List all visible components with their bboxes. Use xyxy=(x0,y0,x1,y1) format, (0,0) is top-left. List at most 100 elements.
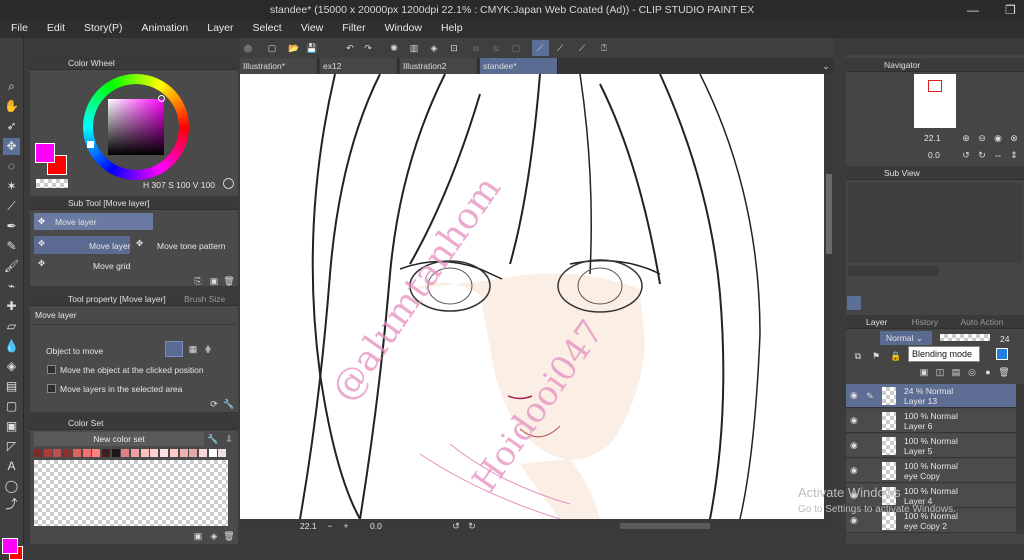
menu-animation[interactable]: Animation xyxy=(131,20,197,38)
subview-eyedropper-button[interactable] xyxy=(847,296,861,310)
drawing-canvas[interactable]: @alumtanhom Hoidooi047 xyxy=(240,74,824,519)
pencil-icon[interactable]: ✎ xyxy=(3,238,20,255)
color-swatch[interactable] xyxy=(208,449,217,457)
canvas-vertical-scrollbar[interactable] xyxy=(824,74,834,519)
opacity-value[interactable]: 24 xyxy=(1000,334,1009,344)
sub-tool-move-tone-label[interactable]: Move tone pattern xyxy=(157,241,226,251)
brush-size-tab[interactable]: Brush Size xyxy=(184,294,225,304)
menu-filter[interactable]: Filter xyxy=(331,20,373,38)
snap-special-icon[interactable]: ⟋ xyxy=(554,42,566,54)
horizontal-scroll-thumb[interactable] xyxy=(620,523,710,529)
navigator-zoom[interactable]: 22.1 xyxy=(924,133,941,143)
color-swatch[interactable] xyxy=(140,449,149,457)
new-icon[interactable]: ▢ xyxy=(266,42,278,54)
eye-icon[interactable]: ◉ xyxy=(850,441,860,450)
frame-icon[interactable]: ▣ xyxy=(3,418,20,435)
new-subtool-icon[interactable]: ▣ xyxy=(208,275,220,287)
redo-icon[interactable]: ↷ xyxy=(362,42,374,54)
minimize-icon[interactable]: — xyxy=(967,3,979,17)
main-color-swatch[interactable] xyxy=(2,538,18,554)
eye-icon[interactable]: ◉ xyxy=(850,391,860,400)
move-clicked-checkbox[interactable] xyxy=(47,365,56,374)
figure-icon[interactable]: ▢ xyxy=(3,398,20,415)
decoration-icon[interactable]: ✚ xyxy=(3,298,20,315)
object-other-icon[interactable]: ⋕ xyxy=(202,343,214,355)
tab-menu-icon[interactable]: ⌄ xyxy=(820,60,832,72)
clear-icon[interactable]: ✺ xyxy=(388,42,400,54)
tab-illustration[interactable]: Illustration* xyxy=(240,58,318,74)
color-swatch[interactable] xyxy=(218,449,227,457)
nav-zoom-out-icon[interactable]: ⊖ xyxy=(976,132,988,144)
subview-area[interactable] xyxy=(848,183,1022,263)
eye-icon[interactable]: ◉ xyxy=(850,416,860,425)
new-folder-icon[interactable]: ▤ xyxy=(950,366,962,378)
menu-select[interactable]: Select xyxy=(242,20,290,38)
color-swatch[interactable] xyxy=(198,449,207,457)
subview-slider[interactable] xyxy=(848,266,938,276)
eye-icon[interactable]: ◉ xyxy=(850,516,860,525)
tab-standee[interactable]: standee* xyxy=(480,58,558,74)
color-set-wrench-icon[interactable]: 🔧 xyxy=(207,433,219,445)
color-swatch[interactable] xyxy=(131,449,139,457)
nav-rotate-left-icon[interactable]: ↺ xyxy=(960,149,972,161)
menu-view[interactable]: View xyxy=(290,20,332,38)
nav-rotate-right-icon[interactable]: ↻ xyxy=(976,149,988,161)
tab-ex12[interactable]: ex12 xyxy=(320,58,398,74)
menu-layer[interactable]: Layer xyxy=(196,20,241,38)
text-icon[interactable]: A xyxy=(3,458,20,475)
color-swatch[interactable] xyxy=(111,449,120,457)
new-raster-icon[interactable]: ▣ xyxy=(918,366,930,378)
color-swatch[interactable] xyxy=(53,449,62,457)
color-swatch[interactable] xyxy=(169,449,178,457)
navigator-angle[interactable]: 0.0 xyxy=(928,150,940,160)
open-icon[interactable]: 📂 xyxy=(288,42,300,54)
object-grid-icon[interactable]: ▦ xyxy=(187,343,199,355)
mask-icon[interactable]: ◎ xyxy=(966,366,978,378)
main-color-chip[interactable] xyxy=(35,143,55,163)
replace-color-icon[interactable]: ◈ xyxy=(208,530,220,542)
color-swatch[interactable] xyxy=(150,449,159,457)
history-tab[interactable]: History xyxy=(912,317,938,327)
menu-help[interactable]: Help xyxy=(430,20,471,38)
app-icon[interactable]: ◎ xyxy=(242,42,254,54)
brush-icon[interactable]: 🖌 xyxy=(3,258,20,275)
layer-row[interactable]: ◉ ✎ 24 % Normal Layer 13 xyxy=(846,384,1016,408)
delete-layer-icon[interactable]: 🗑 xyxy=(998,366,1010,378)
expand-icon[interactable]: ▢ xyxy=(510,42,522,54)
menu-story[interactable]: Story(P) xyxy=(73,20,131,38)
layer-row[interactable]: ◉ 100 % Normal Layer 6 xyxy=(846,409,1016,433)
nav-flip-h-icon[interactable]: ⇔ xyxy=(992,149,1004,161)
auto-action-tab[interactable]: Auto Action xyxy=(960,317,1003,327)
layer-row[interactable]: ◉ 100 % Normal Layer 5 xyxy=(846,434,1016,458)
color-swatch[interactable] xyxy=(43,449,52,457)
layer-scrollbar[interactable] xyxy=(1016,384,1024,534)
hand-icon[interactable]: ✋ xyxy=(3,98,20,115)
lasso-icon[interactable]: ◌ xyxy=(3,158,20,175)
sub-tool-move-grid-label[interactable]: Move grid xyxy=(93,261,130,271)
color-swatch[interactable] xyxy=(179,449,188,457)
wrench-icon[interactable]: 🔧 xyxy=(223,398,235,410)
reset-icon[interactable]: ⟳ xyxy=(208,398,220,410)
tab-illustration2[interactable]: Illustration2 xyxy=(400,58,478,74)
undo-icon[interactable]: ↶ xyxy=(344,42,356,54)
color-set-empty-area[interactable] xyxy=(34,460,228,526)
deselect-icon[interactable]: ⧄ xyxy=(470,42,482,54)
reference-icon[interactable]: ⚑ xyxy=(870,350,882,362)
eye-icon[interactable]: ◉ xyxy=(850,466,860,475)
auto-select-icon[interactable]: ✶ xyxy=(3,178,20,195)
snap-grid-icon[interactable]: ⟋ xyxy=(576,42,588,54)
layer-color-icon[interactable] xyxy=(996,348,1008,360)
nav-flip-v-icon[interactable]: ⇕ xyxy=(1008,149,1020,161)
zoom-icon[interactable]: ⌕ xyxy=(3,78,20,95)
gradient-icon[interactable]: ▤ xyxy=(3,378,20,395)
status-angle[interactable]: 0.0 xyxy=(370,521,382,531)
color-swatch[interactable] xyxy=(121,449,130,457)
nav-reset-icon[interactable]: ⊗ xyxy=(1008,132,1020,144)
opacity-slider[interactable] xyxy=(940,334,990,341)
navigator-viewport[interactable] xyxy=(928,80,942,92)
invert-icon[interactable]: ⧅ xyxy=(490,42,502,54)
rotate-left-icon[interactable]: ↺ xyxy=(450,520,462,532)
rotate-right-icon[interactable]: ↻ xyxy=(466,520,478,532)
maximize-icon[interactable]: ❐ xyxy=(1005,3,1016,17)
layer-tab[interactable]: Layer xyxy=(866,317,887,327)
